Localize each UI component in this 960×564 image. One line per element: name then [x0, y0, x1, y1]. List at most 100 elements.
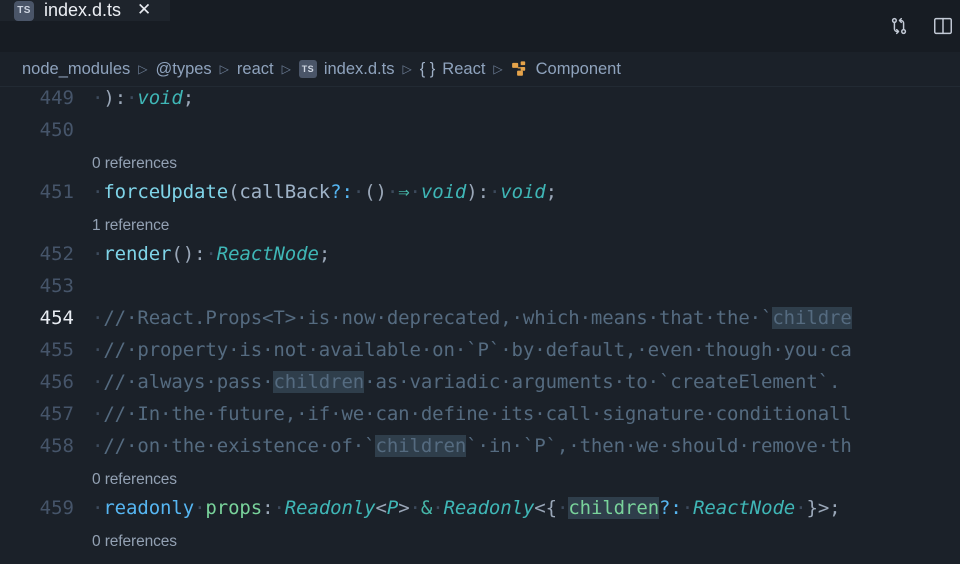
breadcrumb-item[interactable]: node_modules	[22, 60, 130, 79]
compare-changes-icon[interactable]	[888, 15, 910, 37]
code-token: ReactNode	[693, 497, 796, 519]
code-line-content[interactable]: ·//·React.Props<T>·is·now·deprecated,·wh…	[92, 307, 960, 329]
line-number: 453	[39, 275, 74, 297]
code-token: &	[420, 497, 433, 519]
editor-tab[interactable]: TS index.d.ts ✕	[0, 0, 171, 21]
editor-tab-label: index.d.ts	[44, 0, 122, 20]
code-line[interactable]: 457 ·//·In·the·future,·if·we·can·define·i…	[0, 403, 960, 435]
code-token: ·	[488, 181, 501, 203]
code-line[interactable]: 449 ·):·void;	[0, 87, 960, 119]
code-token: :	[194, 243, 206, 265]
breadcrumb-label: react	[236, 59, 274, 78]
breadcrumb-label: node_modules	[22, 59, 131, 78]
editor-tab-bar: TS index.d.ts ✕	[0, 0, 960, 52]
code-token: ;	[829, 497, 841, 519]
split-editor-icon[interactable]	[932, 15, 954, 37]
editor-toolbar-actions	[888, 0, 960, 52]
code-token: P	[386, 497, 399, 519]
code-line-content[interactable]: ·forceUpdate(callBack?:·()·⇒·void):·void…	[92, 181, 960, 203]
breadcrumb-item[interactable]: react	[237, 60, 274, 79]
code-line-content[interactable]: ·):·void;	[92, 87, 960, 109]
code-line-content[interactable]: ·//·on·the·existence·of·`children`·in·`P…	[92, 435, 960, 457]
code-line[interactable]: 458 ·//·on·the·existence·of·`children`·in…	[0, 435, 960, 467]
code-token: ·	[386, 181, 399, 203]
code-token: ·	[681, 497, 694, 519]
codelens-content: 0 references	[92, 529, 960, 551]
code-token: ·	[194, 497, 206, 519]
code-line[interactable]: 454 ·//·React.Props<T>·is·now·deprecated,…	[0, 307, 960, 339]
code-token: )	[182, 243, 195, 265]
code-token: readonly	[103, 497, 195, 519]
code-token: ?:	[659, 497, 682, 519]
codelens-content: 1 reference	[92, 213, 960, 235]
breadcrumb-label: index.d.ts	[323, 59, 395, 78]
code-token: `·in·`P`,·then·we·should·remove·th	[466, 435, 852, 457]
close-icon[interactable]: ✕	[137, 2, 151, 19]
code-token: <{	[534, 497, 557, 519]
code-token: Readonly	[284, 497, 376, 519]
code-line[interactable]: 455 ·//·property·is·not·available·on·`P`·…	[0, 339, 960, 371]
breadcrumb-item[interactable]: TS index.d.ts	[298, 59, 395, 79]
breadcrumb-label: Component	[535, 59, 621, 78]
code-token: ·	[352, 181, 365, 203]
code-token: :	[477, 181, 489, 203]
code-line[interactable]: 451 ·forceUpdate(callBack?:·()·⇒·void):·v…	[0, 181, 960, 213]
code-token: :	[262, 497, 274, 519]
breadcrumb-separator-icon: ▷	[138, 62, 148, 76]
code-token: ·	[409, 497, 421, 519]
code-token: ·	[795, 497, 807, 519]
highlighted-token: children	[568, 497, 660, 519]
line-number: 457	[39, 403, 74, 425]
code-token: ;	[545, 181, 557, 203]
code-line-content[interactable]: ·//·In·the·future,·if·we·can·define·its·…	[92, 403, 960, 425]
code-line[interactable]: 450	[0, 119, 960, 151]
line-number: 455	[39, 339, 74, 361]
code-token: ·	[92, 435, 104, 457]
code-line[interactable]: 452 ·render():·ReactNode;	[0, 243, 960, 275]
code-token: Readonly	[443, 497, 535, 519]
breadcrumb-item[interactable]: { } React	[420, 60, 486, 79]
code-line[interactable]: 456 ·//·always·pass·children·as·variadic·…	[0, 371, 960, 403]
code-token: ;	[318, 243, 331, 265]
breadcrumb-separator-icon: ▷	[493, 62, 503, 76]
code-token: )	[375, 181, 387, 203]
code-token: ;	[182, 87, 195, 109]
namespace-braces-icon: { }	[419, 59, 436, 78]
code-line-content[interactable]: ·render():·ReactNode;	[92, 243, 960, 265]
code-token: props	[205, 497, 263, 519]
code-token: (	[228, 181, 240, 203]
codelens-row: 0 references	[0, 151, 960, 181]
breadcrumb-label: React	[442, 59, 486, 78]
line-number: 449	[39, 87, 74, 109]
code-token: void	[420, 181, 467, 203]
breadcrumb-item[interactable]: Component	[511, 60, 621, 79]
highlighted-token: children	[273, 371, 365, 393]
codelens-references-link[interactable]: 0 references	[92, 471, 177, 488]
codelens-references-link[interactable]: 0 references	[92, 155, 177, 172]
code-line[interactable]: 459 ·readonly·props:·Readonly<P>·&·Readon…	[0, 497, 960, 529]
code-token: (	[171, 243, 183, 265]
codelens-references-link[interactable]: 0 references	[92, 533, 177, 550]
code-token: ·	[92, 243, 104, 265]
codelens-content: 0 references	[92, 467, 960, 489]
code-line-content[interactable]: ·//·always·pass·children·as·variadic·arg…	[92, 371, 960, 393]
code-token: ·	[92, 497, 104, 519]
code-token: //·on·the·existence·of·`	[103, 435, 376, 457]
code-token: ⇒	[398, 181, 410, 203]
code-line-content[interactable]: ·//·property·is·not·available·on·`P`·by·…	[92, 339, 960, 361]
code-token: :	[114, 87, 127, 109]
line-number: 456	[39, 371, 74, 393]
breadcrumb-item[interactable]: @types	[155, 60, 211, 79]
code-editor[interactable]: 449 ·):·void; 450 0 references 451 ·forceUpda…	[0, 87, 960, 564]
breadcrumb-label: @types	[155, 59, 212, 78]
code-line[interactable]: 453	[0, 275, 960, 307]
breadcrumb: node_modules ▷ @types ▷ react ▷ TS index.d.ts ▷ {…	[0, 52, 960, 87]
codelens-references-link[interactable]: 1 reference	[92, 217, 169, 234]
code-token: ReactNode	[216, 243, 319, 265]
code-token: //·In·the·future,·if·we·can·define·its·c…	[103, 403, 852, 425]
code-token: }>	[806, 497, 830, 519]
code-token: ·	[432, 497, 444, 519]
tab-list: TS index.d.ts ✕	[0, 0, 171, 52]
code-line-content[interactable]: ·readonly·props:·Readonly<P>·&·Readonly<…	[92, 497, 960, 519]
line-number: 459	[39, 497, 74, 519]
